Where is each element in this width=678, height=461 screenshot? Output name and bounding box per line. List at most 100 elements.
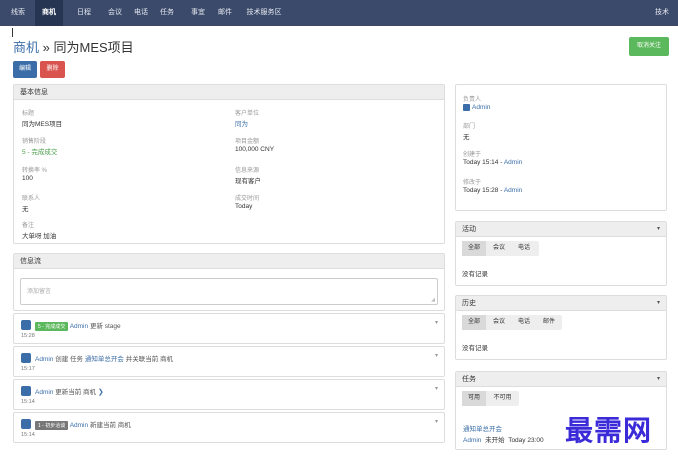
caret-down-icon[interactable]: ▾ bbox=[657, 296, 660, 311]
user-avatar-icon bbox=[21, 320, 31, 330]
tasks-tabs: 可用 不可用 bbox=[462, 391, 519, 406]
stream-time: 15:14 bbox=[21, 432, 35, 438]
stream-action: 更新当前 商机 bbox=[55, 389, 97, 396]
nav-item-tech-service[interactable]: 技术服务区 bbox=[244, 0, 284, 26]
department-value: 无 bbox=[463, 134, 470, 141]
tab-calls[interactable]: 电话 bbox=[512, 315, 536, 330]
stage-tag: 5 - 完成成交 bbox=[35, 321, 69, 331]
modified-label: 修改于 bbox=[463, 180, 482, 186]
edit-button[interactable]: 编辑 bbox=[13, 61, 37, 78]
amount-label: 项目金额 bbox=[235, 139, 260, 145]
activity-tabs: 全部 会议 电话 bbox=[462, 241, 539, 256]
stage-label: 销售阶段 bbox=[22, 139, 47, 145]
activity-panel: 活动 ▾ 全部 会议 电话 没有记录 bbox=[455, 221, 667, 286]
user-link[interactable]: Admin bbox=[70, 422, 88, 429]
tab-available[interactable]: 可用 bbox=[462, 391, 486, 406]
nav-item-calendar[interactable]: 日程 bbox=[70, 0, 98, 26]
stream-item-text: 5 - 完成成交 Admin 更新 stage bbox=[35, 320, 121, 331]
stream-item-text: Admin 创建 任务 通知单总开会 并关联当前 商机 bbox=[35, 353, 173, 363]
caret-down-icon[interactable]: ▾ bbox=[435, 352, 438, 359]
user-link[interactable]: Admin bbox=[35, 389, 53, 396]
breadcrumb-opportunities[interactable]: 商机 bbox=[13, 40, 39, 55]
created-time: Today 15:14 - bbox=[463, 159, 503, 166]
activity-title: 活动 bbox=[462, 226, 476, 233]
comment-placeholder: 添加留言 bbox=[27, 289, 52, 295]
owner-info-panel: 负责人 Admin 部门 无 创建于 Today 15:14 - Admin 修… bbox=[455, 84, 667, 211]
user-link[interactable]: Admin bbox=[35, 356, 53, 363]
tab-meetings[interactable]: 会议 bbox=[487, 315, 511, 330]
nav-item-right[interactable]: 技术 bbox=[648, 0, 676, 26]
page-title: 商机 » 同为MES项目 bbox=[13, 37, 134, 56]
tab-all[interactable]: 全部 bbox=[462, 241, 486, 256]
delete-button[interactable]: 删除 bbox=[40, 61, 65, 78]
customer-label: 客户单位 bbox=[235, 111, 260, 117]
stream-time: 15:28 bbox=[21, 333, 35, 339]
source-label: 信息来源 bbox=[235, 168, 260, 174]
caret-down-icon[interactable]: ▾ bbox=[435, 418, 438, 425]
nav-item-meetings[interactable]: 会议 bbox=[101, 0, 129, 26]
stream-header: 信息流 bbox=[14, 254, 444, 269]
nav-item-tasks[interactable]: 任务 bbox=[153, 0, 181, 26]
resize-grip-icon[interactable]: ◢ bbox=[431, 297, 435, 303]
record-title: 同为MES项目 bbox=[53, 40, 134, 55]
created-value: Today 15:14 - Admin bbox=[463, 159, 522, 166]
history-tabs: 全部 会议 电话 邮件 bbox=[462, 315, 562, 330]
stream-action-suffix: 并关联当前 商机 bbox=[125, 356, 173, 363]
modified-time: Today 15:28 - bbox=[463, 187, 503, 194]
customer-link[interactable]: 同为 bbox=[235, 118, 248, 128]
close-date-label: 成交时间 bbox=[235, 196, 260, 202]
task-link[interactable]: 通知单总开会 bbox=[85, 356, 124, 363]
caret-down-icon[interactable]: ▾ bbox=[657, 222, 660, 237]
tab-calls[interactable]: 电话 bbox=[512, 241, 536, 256]
stream-action: 创建 任务 bbox=[55, 356, 84, 363]
probability-value: 100 bbox=[22, 175, 33, 182]
task-title-link[interactable]: 通知单总开会 bbox=[463, 423, 502, 433]
stream-panel: 信息流 添加留言 ◢ bbox=[13, 253, 445, 311]
remark-label: 备注 bbox=[22, 223, 35, 229]
nav-item-email[interactable]: 邮件 bbox=[211, 0, 239, 26]
watermark-logo: 最需网 bbox=[565, 414, 653, 447]
caret-down-icon[interactable]: ▾ bbox=[435, 385, 438, 392]
activity-header[interactable]: 活动 ▾ bbox=[456, 222, 666, 237]
created-label: 创建于 bbox=[463, 152, 482, 158]
stream-item-text: Admin 更新当前 商机 ❯ bbox=[35, 386, 104, 396]
contact-value: 无 bbox=[22, 206, 29, 213]
nav-item-matters[interactable]: 事宜 bbox=[184, 0, 212, 26]
remark-value: 大单呀 加油 bbox=[22, 233, 57, 240]
comment-input[interactable]: 添加留言 ◢ bbox=[20, 278, 438, 305]
created-by-link[interactable]: Admin bbox=[504, 159, 522, 166]
stream-action: 新建当前 商机 bbox=[89, 422, 131, 429]
caret-down-icon[interactable]: ▾ bbox=[435, 319, 438, 326]
title-label: 标题 bbox=[22, 111, 35, 117]
modified-by-link[interactable]: Admin bbox=[504, 187, 522, 194]
tasks-title: 任务 bbox=[462, 376, 476, 383]
title-value: 同为MES项目 bbox=[22, 121, 63, 128]
stream-time: 15:17 bbox=[21, 366, 35, 372]
nav-item-calls[interactable]: 电话 bbox=[127, 0, 155, 26]
breadcrumb-separator: » bbox=[42, 40, 50, 55]
amount-value: 100,000 CNY bbox=[235, 146, 275, 153]
stream-item-text: 1 - 初步洽谈 Admin 新建当前 商机 bbox=[35, 419, 131, 430]
nav-item-opportunities[interactable]: 商机 bbox=[35, 0, 63, 26]
user-avatar-icon bbox=[463, 104, 470, 111]
history-header[interactable]: 历史 ▾ bbox=[456, 296, 666, 311]
caret-down-icon[interactable]: ▾ bbox=[657, 372, 660, 387]
unfollow-button[interactable]: 取消关注 bbox=[629, 37, 669, 56]
owner-link[interactable]: Admin bbox=[463, 104, 490, 111]
user-link[interactable]: Admin bbox=[70, 323, 88, 330]
task-user-link[interactable]: Admin bbox=[463, 437, 481, 444]
tab-unavailable[interactable]: 不可用 bbox=[487, 391, 518, 406]
tab-meetings[interactable]: 会议 bbox=[487, 241, 511, 256]
stream-time: 15:14 bbox=[21, 399, 35, 405]
owner-label: 负责人 bbox=[463, 97, 482, 103]
tab-email[interactable]: 邮件 bbox=[537, 315, 561, 330]
chevron-down-icon[interactable]: ❯ bbox=[98, 389, 104, 396]
stage-tag: 1 - 初步洽谈 bbox=[35, 420, 69, 430]
probability-label: 转换率 % bbox=[22, 168, 48, 174]
close-date-value: Today bbox=[235, 203, 253, 210]
modified-value: Today 15:28 - Admin bbox=[463, 187, 522, 194]
nav-item-leads[interactable]: 线索 bbox=[4, 0, 32, 26]
tab-all[interactable]: 全部 bbox=[462, 315, 486, 330]
tasks-header[interactable]: 任务 ▾ bbox=[456, 372, 666, 387]
user-avatar-icon bbox=[21, 386, 31, 396]
